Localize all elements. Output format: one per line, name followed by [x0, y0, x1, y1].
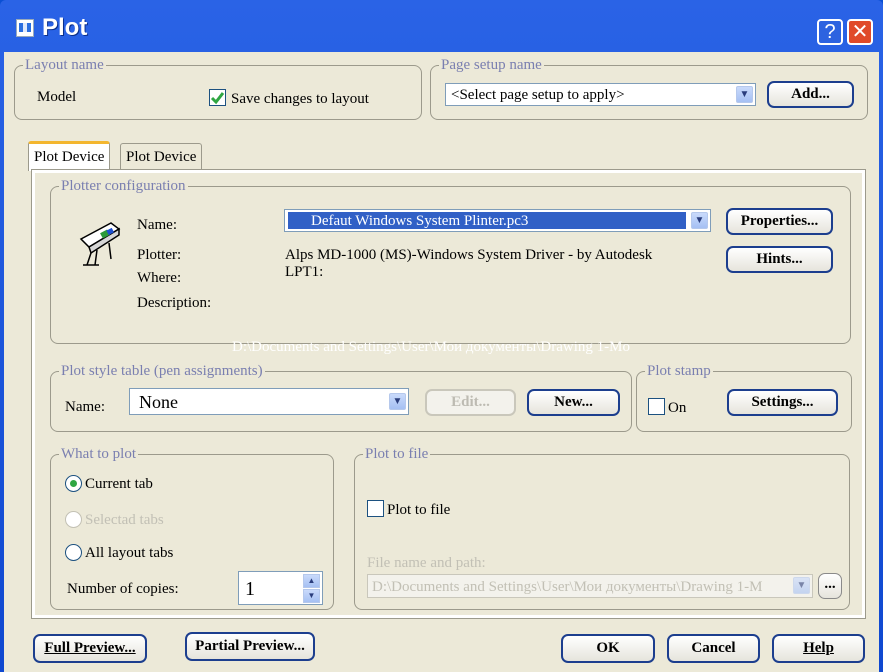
- plot-style-table-label: Plot style table (pen assignments): [59, 362, 265, 380]
- plotter-name-select[interactable]: Defaut Windows System Plinter.pc3 ▼: [284, 209, 711, 232]
- full-preview-label: Full Preview...: [44, 640, 136, 656]
- all-layout-tabs-label: All layout tabs: [85, 545, 174, 561]
- plotter-label: Plotter:: [137, 247, 182, 263]
- layout-name-group-label: Layout name: [23, 56, 106, 74]
- plotter-name-value: Defaut Windows System Plinter.pc3: [311, 213, 529, 229]
- save-changes-checkbox[interactable]: [209, 89, 226, 106]
- plot-app-icon: [16, 19, 34, 37]
- chevron-down-icon[interactable]: ▼: [691, 212, 708, 229]
- all-layout-tabs-radio[interactable]: [65, 544, 82, 561]
- plotter-value: Alps MD-1000 (MS)-Windows System Driver …: [285, 247, 653, 263]
- current-tab-radio[interactable]: [65, 475, 82, 492]
- selected-tabs-label: Selectad tabs: [85, 512, 164, 528]
- page-setup-group-label: Page setup name: [439, 56, 544, 74]
- number-of-copies-value: 1: [245, 578, 255, 600]
- number-of-copies-label: Number of copies:: [67, 581, 179, 597]
- plot-style-select[interactable]: None ▼: [129, 388, 409, 415]
- selected-tabs-radio[interactable]: [65, 511, 82, 528]
- help-label: Help: [803, 640, 834, 656]
- plot-style-name-label: Name:: [65, 399, 105, 415]
- window-title: Plot: [42, 14, 88, 41]
- file-path-label: File name and path:: [367, 555, 486, 571]
- what-to-plot-label: What to plot: [59, 445, 138, 463]
- cancel-button[interactable]: Cancel: [667, 634, 760, 663]
- layout-name-group: Layout name Model Save changes to layout: [14, 56, 422, 120]
- page-setup-group: Page setup name <Select page setup to ap…: [430, 56, 868, 120]
- where-value: LPT1:: [285, 264, 324, 280]
- plot-to-file-checkbox[interactable]: [367, 500, 384, 517]
- ok-button[interactable]: OK: [561, 634, 655, 663]
- plot-dialog: Plot ? ✕ Layout name Model Save changes …: [0, 0, 883, 672]
- help-title-button[interactable]: ?: [817, 19, 843, 45]
- what-to-plot-group: What to plot Current tab Selectad tabs A…: [50, 445, 334, 610]
- checkmark-icon: [210, 92, 225, 105]
- file-path-select[interactable]: D:\Documents and Settings\User\Мои докум…: [367, 574, 813, 598]
- add-page-setup-button[interactable]: Add...: [767, 81, 854, 108]
- hints-button[interactable]: Hints...: [726, 246, 833, 273]
- plotter-configuration-label: Plotter configuration: [59, 177, 188, 195]
- plot-style-table-group: Plot style table (pen assignments) Name:…: [50, 362, 632, 432]
- plot-stamp-on-checkbox[interactable]: [648, 398, 665, 415]
- title-bar[interactable]: Plot ? ✕: [0, 0, 883, 52]
- spin-down-icon[interactable]: ▼: [303, 589, 320, 603]
- where-label: Where:: [137, 270, 182, 286]
- tab-plot-device[interactable]: Plot Device: [28, 141, 111, 171]
- plot-stamp-group: Plot stamp On Settings...: [636, 362, 852, 432]
- page-setup-selected: <Select page setup to apply>: [451, 87, 625, 103]
- plot-stamp-on-label: On: [668, 400, 687, 416]
- current-tab-label: Current tab: [85, 476, 153, 492]
- plotter-name-label: Name:: [137, 217, 177, 233]
- browse-button[interactable]: ...: [818, 573, 842, 599]
- chevron-down-icon[interactable]: ▼: [793, 577, 810, 594]
- plot-to-file-label: Plot to file: [387, 502, 451, 518]
- plot-to-file-group: Plot to file Plot to file File name and …: [354, 445, 850, 610]
- edit-plot-style-button[interactable]: Edit...: [425, 389, 516, 416]
- plot-style-value: None: [139, 392, 178, 412]
- plot-to-file-group-label: Plot to file: [363, 445, 431, 463]
- plot-stamp-settings-button[interactable]: Settings...: [727, 389, 838, 416]
- plot-stamp-label: Plot stamp: [645, 362, 713, 380]
- layout-name-value: Model: [37, 89, 77, 105]
- file-path-value: D:\Documents and Settings\User\Мои докум…: [372, 579, 763, 595]
- full-preview-button[interactable]: Full Preview...: [33, 634, 147, 663]
- page-setup-select[interactable]: <Select page setup to apply> ▼: [445, 83, 756, 106]
- help-button[interactable]: Help: [772, 634, 865, 663]
- tab-plot-device-2[interactable]: Plot Device: [120, 143, 203, 170]
- plotter-icon: [79, 222, 121, 266]
- new-plot-style-button[interactable]: New...: [527, 389, 620, 416]
- close-button[interactable]: ✕: [847, 19, 873, 45]
- chevron-down-icon[interactable]: ▼: [736, 86, 753, 103]
- plotter-configuration-group: Plotter configuration Name: Defaut Windo…: [50, 177, 851, 344]
- partial-preview-button[interactable]: Partial Preview...: [185, 632, 315, 661]
- number-of-copies-spinner[interactable]: 1 ▲ ▼: [238, 571, 323, 605]
- description-label: Description:: [137, 295, 212, 311]
- plotter-path-overlay: D:\Documents and Settings\User\Мои докум…: [232, 339, 630, 355]
- spin-up-icon[interactable]: ▲: [303, 574, 320, 588]
- save-changes-label: Save changes to layout: [231, 91, 369, 107]
- properties-button[interactable]: Properties...: [726, 208, 833, 235]
- chevron-down-icon[interactable]: ▼: [389, 393, 406, 410]
- dialog-body: Layout name Model Save changes to layout…: [4, 52, 879, 672]
